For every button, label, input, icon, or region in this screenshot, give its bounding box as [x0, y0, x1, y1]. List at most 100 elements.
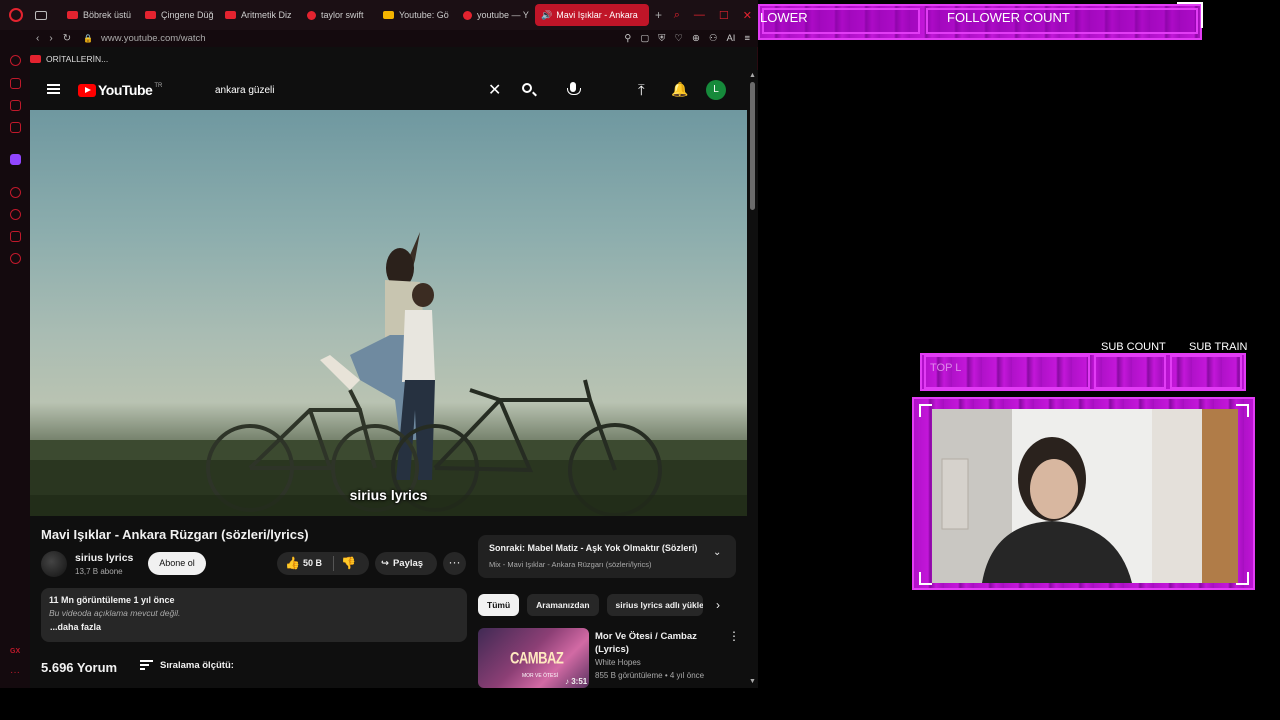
tab-youtube-yandex[interactable]: youtube — Y: [457, 4, 533, 26]
extensions-icon[interactable]: [10, 231, 21, 242]
like-icon[interactable]: 👍: [285, 556, 300, 570]
youtube-icon: [30, 55, 41, 63]
up-next-panel[interactable]: Sonraki: Mabel Matiz - Aşk Yok Olmaktır …: [478, 535, 736, 578]
chevron-down-icon[interactable]: ⌄: [713, 547, 721, 558]
youtube-icon: [67, 11, 78, 19]
workspace-icon[interactable]: [35, 10, 47, 20]
chip-all[interactable]: Tümü: [478, 594, 520, 616]
recommendation-meta: 855 B görüntüleme • 4 yıl önce: [595, 671, 705, 680]
heart-icon[interactable]: ♡: [674, 33, 683, 44]
tab-aritmetik[interactable]: Aritmetik Diz: [219, 4, 299, 26]
notification-bell-icon[interactable]: 🔔: [671, 81, 688, 98]
url-field[interactable]: www.youtube.com/watch: [101, 33, 206, 44]
comments-count: 5.696 Yorum: [41, 660, 118, 675]
back-icon[interactable]: ‹: [36, 33, 39, 44]
twitch-icon[interactable]: [10, 154, 21, 165]
recommendation-title[interactable]: Mor Ve Ötesi / Cambaz (Lyrics): [595, 630, 725, 656]
opera-logo-icon[interactable]: [9, 8, 23, 22]
player-icon[interactable]: [10, 122, 21, 133]
more-actions-icon[interactable]: ···: [443, 552, 466, 575]
tab-mavi-isiklar[interactable]: 🔊 Mavi Işıklar - Ankara: [535, 4, 649, 26]
subscribe-button[interactable]: Abone ol: [148, 552, 206, 575]
history-icon[interactable]: [10, 209, 21, 220]
share-button[interactable]: ↪ Paylaş: [375, 552, 437, 575]
forward-icon[interactable]: ›: [49, 33, 52, 44]
bookmarks-bar: ORİTALLERİN...: [30, 50, 108, 68]
aria-icon[interactable]: [10, 55, 21, 66]
chip-from-search[interactable]: Aramanızdan: [527, 594, 599, 616]
channel-name[interactable]: sirius lyrics: [75, 552, 133, 564]
yandex-icon: [463, 10, 472, 20]
description-box[interactable]: 11 Mn görüntüleme 1 yıl önce Bu videoda …: [41, 588, 467, 642]
up-next-subtitle: Mix - Mavi Işıklar - Ankara Rüzgarı (söz…: [489, 560, 652, 569]
video-title: Mavi Işıklar - Ankara Rüzgarı (sözleri/l…: [41, 527, 309, 542]
sub-overlay: [920, 353, 1246, 391]
recommendation-channel[interactable]: White Hopes: [595, 658, 641, 667]
browser-window: Böbrek üstü Çingene Düğ Aritmetik Diz ta…: [0, 0, 758, 688]
clear-search-icon[interactable]: ✕: [488, 80, 501, 100]
gx-icon[interactable]: GX: [10, 648, 21, 659]
menu-icon[interactable]: ≡: [744, 33, 750, 44]
divider: [333, 556, 334, 571]
folder-icon: [383, 11, 394, 19]
chip-from-uploader[interactable]: sirius lyrics adlı yükleyiciden: [606, 594, 703, 616]
follower-count-label: FOLLOWER COUNT: [947, 10, 1070, 25]
search-tabs-icon[interactable]: ⌕: [674, 9, 680, 22]
sub-train-label: SUB TRAIN: [1189, 341, 1248, 353]
like-count[interactable]: 50 B: [303, 558, 322, 568]
more-vert-icon[interactable]: ⋮: [728, 629, 740, 643]
scroll-up-icon[interactable]: ▲: [749, 72, 756, 79]
frame-corner: [1177, 2, 1203, 28]
tab-bobrek[interactable]: Böbrek üstü: [61, 4, 137, 26]
subscriber-count: 13,7 B abone: [75, 567, 123, 576]
account-icon[interactable]: ⚇: [709, 33, 718, 44]
snapshot-icon[interactable]: ▢: [640, 33, 649, 44]
hamburger-menu-icon[interactable]: [47, 84, 60, 94]
close-window-icon[interactable]: ✕: [743, 9, 752, 22]
youtube-logo[interactable]: YouTube TR: [78, 82, 162, 98]
settings-icon[interactable]: [10, 253, 21, 264]
bookmark-item[interactable]: ORİTALLERİN...: [46, 54, 108, 64]
tab-taylor-swift[interactable]: taylor swift: [301, 4, 375, 26]
easy-files-icon[interactable]: ⊕: [692, 33, 700, 44]
reload-icon[interactable]: ↻: [63, 33, 71, 44]
avatar[interactable]: L: [706, 80, 726, 100]
microphone-icon[interactable]: [566, 82, 581, 98]
youtube-icon: [225, 11, 236, 19]
ai-button[interactable]: AI: [726, 33, 735, 44]
sort-icon[interactable]: [140, 660, 153, 670]
search-button[interactable]: [513, 78, 543, 102]
maximize-icon[interactable]: ☐: [719, 9, 729, 22]
chevron-right-icon[interactable]: ›: [716, 598, 720, 612]
lock-icon[interactable]: 🔒: [83, 34, 93, 43]
instagram-icon[interactable]: [10, 100, 21, 111]
description-text: Bu videoda açıklama mevcut değil.: [49, 608, 181, 618]
sub-count-label: SUB COUNT: [1101, 341, 1166, 353]
channel-avatar[interactable]: [41, 551, 67, 577]
filter-chips: Tümü Aramanızdan sirius lyrics adlı yükl…: [478, 594, 703, 616]
sort-button[interactable]: Sıralama ölçütü:: [160, 660, 234, 671]
webcam-corner-brackets: [919, 404, 1249, 585]
tab-youtube-go[interactable]: Youtube: Gö: [377, 4, 455, 26]
tab-bar: Böbrek üstü Çingene Düğ Aritmetik Diz ta…: [0, 0, 758, 30]
scrollbar-thumb[interactable]: [750, 82, 755, 210]
video-player[interactable]: sirius lyrics: [30, 110, 747, 516]
scroll-down-icon[interactable]: ▼: [749, 678, 756, 685]
pin-icon[interactable]: ⚲: [624, 33, 631, 44]
minimize-icon[interactable]: —: [694, 9, 705, 21]
youtube-icon: [145, 11, 156, 19]
view-count-date: 11 Mn görüntüleme 1 yıl önce: [49, 595, 175, 605]
opera-sidebar: GX ···: [0, 47, 30, 688]
search-input[interactable]: ankara güzeli ✕: [206, 78, 506, 102]
more-dots-icon[interactable]: ···: [10, 667, 21, 678]
show-more-link[interactable]: ...daha fazla: [50, 622, 101, 632]
top-label: TOP L: [930, 362, 962, 374]
upload-icon[interactable]: ⤒: [638, 82, 645, 99]
shield-icon[interactable]: ⛨: [658, 33, 665, 44]
dislike-icon[interactable]: 👎: [341, 556, 356, 570]
tab-cingene[interactable]: Çingene Düğ: [139, 4, 217, 26]
play-icon[interactable]: [10, 187, 21, 198]
messenger-icon[interactable]: [10, 78, 21, 89]
new-tab-icon[interactable]: +: [655, 8, 662, 22]
latest-follower-label: LOWER: [760, 10, 808, 25]
